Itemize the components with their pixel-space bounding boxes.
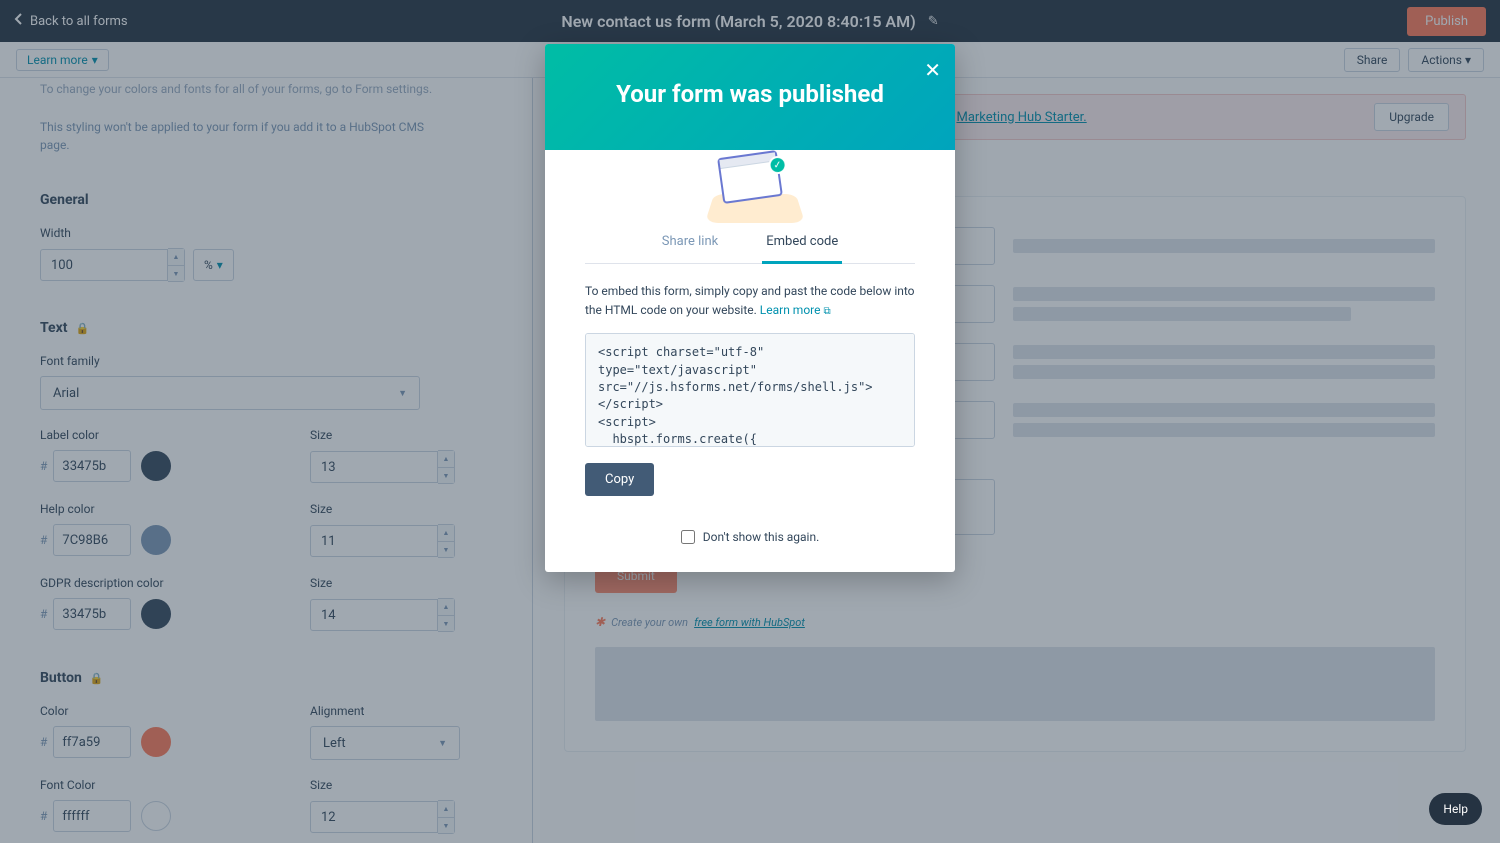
modal-title: Your form was published	[616, 80, 884, 108]
embed-code-textarea[interactable]: <script charset="utf-8" type="text/javas…	[585, 333, 915, 447]
dont-show-checkbox[interactable]	[681, 530, 695, 544]
dont-show-again[interactable]: Don't show this again.	[585, 530, 915, 544]
success-illustration: ✓	[720, 154, 780, 200]
publish-success-modal: Your form was published ✕ ✓ Share link E…	[545, 44, 955, 572]
close-icon[interactable]: ✕	[924, 58, 941, 82]
tab-share-link[interactable]: Share link	[658, 224, 722, 263]
embed-description: To embed this form, simply copy and past…	[585, 282, 915, 319]
embed-learn-more-link[interactable]: Learn more ⧉	[760, 303, 831, 317]
external-link-icon: ⧉	[823, 306, 830, 317]
help-widget[interactable]: Help	[1429, 793, 1482, 825]
copy-button[interactable]: Copy	[585, 463, 654, 496]
tab-embed-code[interactable]: Embed code	[762, 224, 842, 264]
